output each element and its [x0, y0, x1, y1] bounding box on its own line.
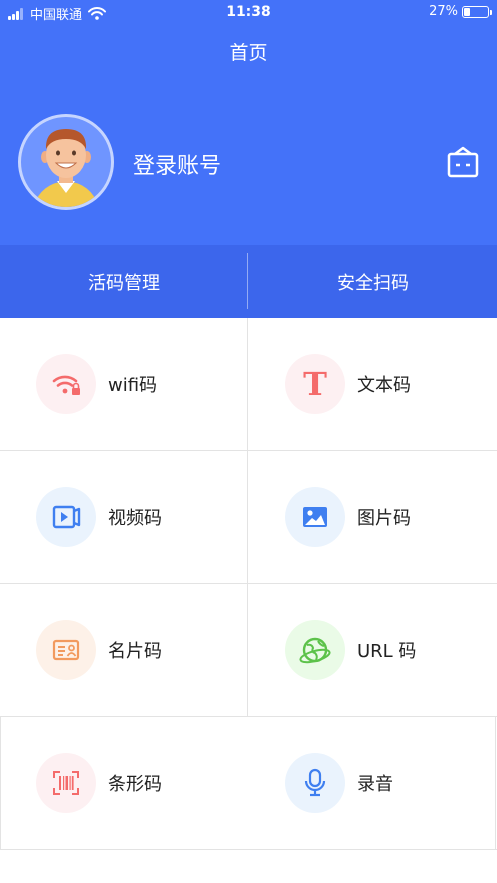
grid-item-wifi[interactable]: wifi码 — [0, 318, 248, 451]
business-card-icon — [36, 620, 96, 680]
grid-item-label: wifi码 — [108, 375, 158, 396]
grid-divider — [247, 318, 248, 716]
battery-percent: 27% — [429, 4, 458, 19]
tab-safe-scan[interactable]: 安全扫码 — [249, 245, 497, 318]
battery-icon — [462, 5, 492, 18]
grid-item-label: 文本码 — [357, 375, 411, 396]
grid-item-barcode[interactable]: 条形码 — [0, 717, 248, 850]
grid-item-label: 录音 — [357, 774, 393, 795]
video-icon — [36, 487, 96, 547]
grid-divider — [0, 450, 497, 451]
grid-divider — [0, 583, 497, 584]
avatar[interactable] — [18, 114, 114, 210]
tab-divider — [247, 253, 248, 309]
status-time: 11:38 — [226, 4, 271, 20]
grid-item-label: 图片码 — [357, 508, 411, 529]
grid-item-label: 条形码 — [108, 774, 162, 795]
text-t-icon: T — [285, 354, 345, 414]
grid-item-label: 名片码 — [108, 641, 162, 662]
barcode-icon — [36, 753, 96, 813]
grid-divider — [0, 716, 1, 850]
status-bar: 中国联通 11:38 27% — [0, 0, 497, 26]
tab-live-code-manage[interactable]: 活码管理 — [0, 245, 248, 318]
status-right: 27% — [429, 4, 492, 19]
login-account-link[interactable]: 登录账号 — [133, 148, 221, 180]
grid-item-image[interactable]: 图片码 — [249, 451, 497, 584]
header: 中国联通 11:38 27% 首页 登录账号 — [0, 0, 497, 245]
wifi-lock-icon — [36, 354, 96, 414]
grid-item-recording[interactable]: 录音 — [249, 717, 497, 850]
grid-item-business-card[interactable]: 名片码 — [0, 584, 248, 717]
grid-divider — [0, 716, 497, 717]
grid-item-label: URL 码 — [357, 641, 417, 662]
url-globe-icon — [285, 620, 345, 680]
tab-bar: 活码管理 安全扫码 — [0, 245, 497, 318]
image-icon — [285, 487, 345, 547]
grid-item-url[interactable]: URL 码 — [249, 584, 497, 717]
message-box-icon[interactable] — [446, 144, 480, 180]
grid-item-text[interactable]: T 文本码 — [249, 318, 497, 451]
microphone-icon — [285, 753, 345, 813]
avatar-face-icon — [33, 129, 99, 207]
page-title: 首页 — [229, 42, 268, 64]
grid-item-video[interactable]: 视频码 — [0, 451, 248, 584]
grid-divider — [0, 849, 497, 850]
grid-divider — [495, 716, 496, 850]
grid-item-label: 视频码 — [108, 508, 162, 529]
